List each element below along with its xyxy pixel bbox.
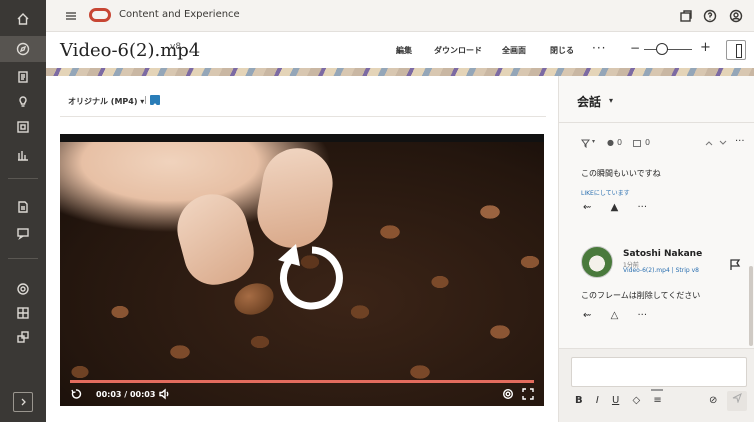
comment-text: このフレームは削除してください: [581, 291, 701, 300]
reply-icon[interactable]: ⇜: [583, 202, 591, 213]
conversation-toolbar: ▾ ● 0 0 ···: [581, 136, 751, 152]
separator: |: [144, 95, 147, 104]
video-progress-fill: [70, 380, 534, 383]
file-icon[interactable]: [0, 194, 46, 220]
rendition-select[interactable]: オリジナル (MP4) ▾: [68, 96, 144, 107]
app-title: Content and Experience: [119, 9, 240, 20]
comment-more-button[interactable]: ···: [637, 310, 647, 321]
integrations-icon[interactable]: [0, 324, 46, 350]
comment-reference-link[interactable]: Video-6(2).mp4 | Strip v8: [623, 267, 699, 274]
attachment-icon[interactable]: ⊘: [709, 395, 717, 406]
grid-icon[interactable]: [0, 300, 46, 326]
thumbs-up-filled-icon[interactable]: ▲: [611, 202, 619, 213]
zoom-in-button[interactable]: +: [700, 40, 711, 55]
more-actions-button[interactable]: ···: [592, 41, 606, 55]
assets-icon[interactable]: [0, 114, 46, 140]
panel-scrollbar[interactable]: [749, 266, 753, 346]
documents-icon[interactable]: [0, 64, 46, 90]
thumbs-up-icon[interactable]: △: [611, 310, 619, 321]
comment-text: この瞬間もいいですね: [581, 169, 661, 178]
zoom-track[interactable]: [644, 49, 692, 50]
content-viewer: オリジナル (MP4) ▾ | 00:03 / 00:03: [46, 76, 558, 422]
video-player[interactable]: 00:03 / 00:03: [60, 134, 544, 406]
clear-format-icon[interactable]: ◇: [632, 395, 640, 406]
rendition-label: オリジナル (MP4): [68, 97, 138, 106]
rail-divider: [8, 258, 38, 259]
more-options-button[interactable]: ···: [735, 136, 745, 147]
fullscreen-icon[interactable]: [522, 388, 534, 402]
conversation-panel: 会話 ▾ ▾ ● 0 0 ··· この瞬間もいいですね LIKEにしています ⇜…: [558, 76, 754, 422]
compass-icon[interactable]: [0, 36, 46, 62]
home-icon[interactable]: [0, 6, 46, 32]
settings-icon[interactable]: [0, 276, 46, 302]
download-button[interactable]: ダウンロード: [434, 45, 482, 56]
rendition-badge-icon[interactable]: [150, 95, 160, 107]
replay-small-icon[interactable]: [70, 388, 82, 402]
left-navigation-rail: [0, 0, 46, 422]
count-b: 0: [645, 138, 651, 147]
user-avatar-icon[interactable]: [728, 8, 744, 24]
hamburger-menu-icon[interactable]: [65, 10, 77, 22]
decorative-banner: [46, 68, 754, 76]
divider: [60, 116, 546, 117]
notifications-icon[interactable]: [678, 8, 694, 24]
dot-icon: ●: [607, 138, 614, 147]
oracle-logo: [89, 8, 111, 22]
filter-caret[interactable]: ▾: [592, 138, 595, 145]
comment-input[interactable]: [571, 357, 747, 387]
lightbulb-icon[interactable]: [0, 88, 46, 114]
close-button[interactable]: 閉じる: [550, 45, 574, 56]
count-a: 0: [617, 138, 623, 147]
bold-button[interactable]: B: [575, 395, 583, 406]
chat-icon[interactable]: [0, 220, 46, 246]
flag-icon[interactable]: [729, 256, 741, 270]
chevron-down-icon[interactable]: [719, 140, 727, 146]
comment-actions: ⇜ △ ···: [583, 310, 663, 321]
toggle-panel-button[interactable]: [726, 40, 746, 60]
formatting-toolbar: B I U ◇ ≡: [575, 395, 672, 406]
comment-actions: ⇜ ▲ ···: [583, 202, 663, 213]
help-icon[interactable]: [702, 8, 718, 24]
video-progress-bar[interactable]: [70, 380, 534, 383]
expand-rail-button[interactable]: [13, 392, 33, 412]
comment-more-button[interactable]: ···: [637, 202, 647, 213]
video-top-strip: [60, 134, 544, 142]
zoom-thumb[interactable]: [656, 43, 668, 55]
reply-icon[interactable]: ⇜: [583, 310, 591, 321]
like-status-link[interactable]: LIKEにしています: [581, 188, 630, 197]
replay-icon[interactable]: [260, 230, 350, 320]
rail-divider: [8, 178, 38, 179]
list-icon[interactable]: ≡: [653, 395, 661, 406]
underline-button[interactable]: U: [612, 395, 619, 406]
analytics-icon[interactable]: [0, 142, 46, 168]
chevron-down-icon[interactable]: ▾: [609, 96, 613, 105]
zoom-out-button[interactable]: −: [630, 41, 640, 55]
settings-icon[interactable]: [502, 388, 514, 402]
send-button[interactable]: [727, 391, 747, 411]
panel-title[interactable]: 会話: [577, 93, 601, 110]
video-time: 00:03 / 00:03: [96, 390, 156, 399]
chevron-right-icon: [21, 398, 26, 406]
fullscreen-button[interactable]: 全画面: [502, 45, 526, 56]
document-header: Video-6(2).mp4 v8 編集 ダウンロード 全画面 閉じる ··· …: [46, 32, 754, 68]
italic-button[interactable]: I: [596, 395, 599, 406]
volume-icon[interactable]: [158, 388, 170, 402]
comment-author: Satoshi Nakane: [623, 249, 703, 259]
zoom-slider[interactable]: − +: [630, 40, 711, 57]
chevron-up-icon[interactable]: [705, 140, 713, 146]
comment-count-icon: [633, 140, 641, 147]
edit-button[interactable]: 編集: [396, 45, 412, 56]
send-icon: [732, 392, 742, 404]
divider: [559, 122, 754, 123]
avatar: [581, 246, 613, 278]
top-bar: Content and Experience: [46, 0, 754, 32]
resize-handle[interactable]: [651, 389, 663, 391]
document-version[interactable]: v8: [170, 42, 181, 52]
comment-composer: B I U ◇ ≡ ⊘: [559, 348, 754, 422]
filter-icon[interactable]: [581, 139, 590, 148]
